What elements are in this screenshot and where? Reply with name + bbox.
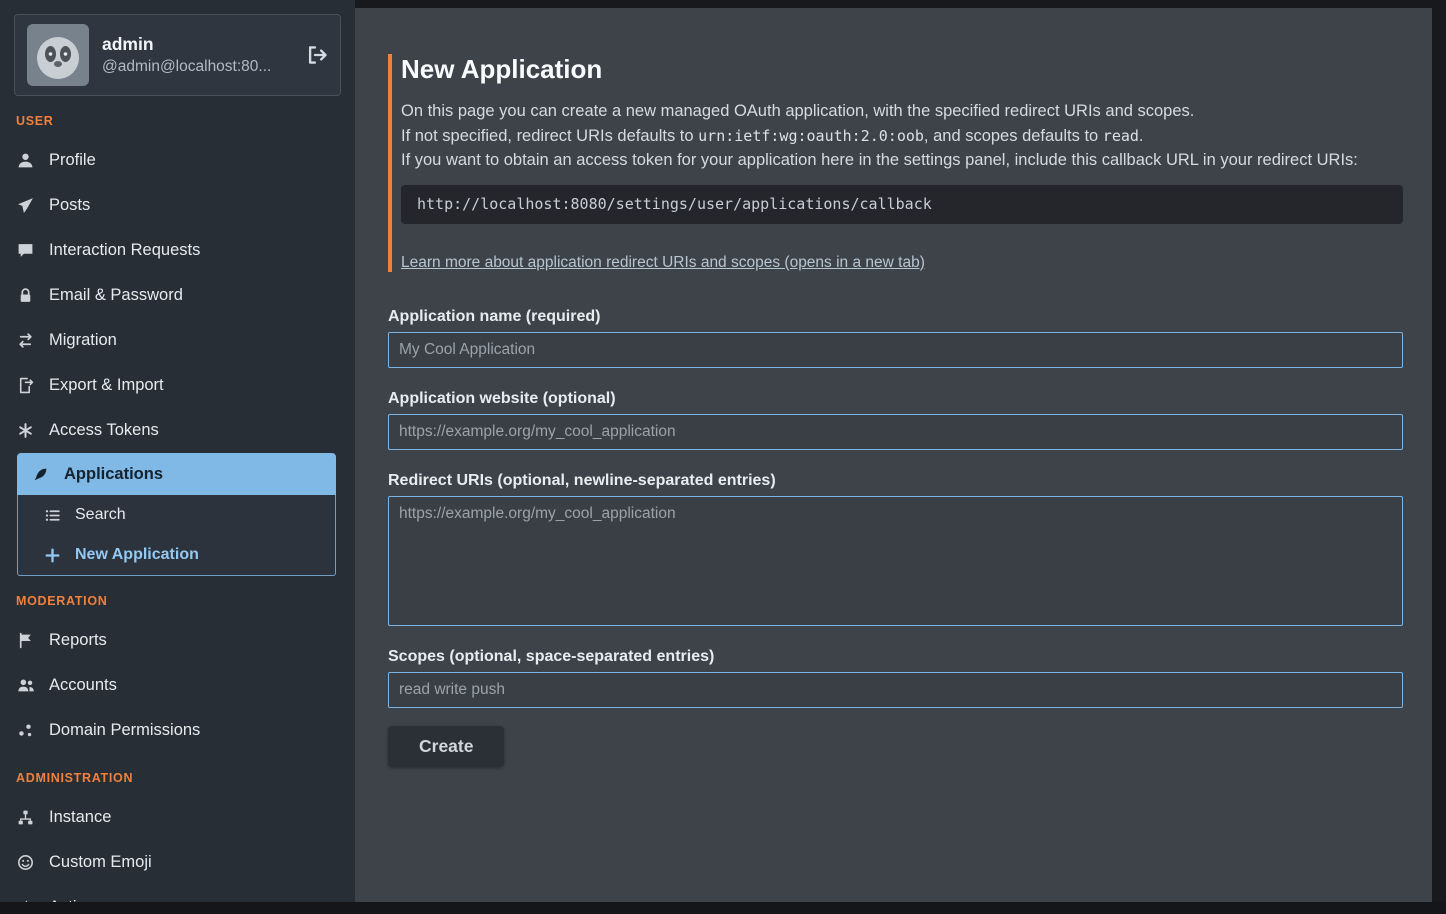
sidebar-item-actions[interactable]: Actions: [0, 885, 355, 902]
logout-icon[interactable]: [306, 44, 328, 66]
sidebar-item-access-tokens[interactable]: Access Tokens: [0, 408, 355, 453]
application-website-input[interactable]: [388, 414, 1403, 450]
sidebar-subitem-new-application[interactable]: New Application: [18, 535, 335, 575]
new-application-form: Application name (required) Application …: [388, 308, 1403, 767]
main-panel: New Application On this page you can cre…: [355, 8, 1432, 902]
nav-label: Migration: [49, 331, 117, 350]
sidebar-item-accounts[interactable]: Accounts: [0, 663, 355, 708]
sidebar-item-reports[interactable]: Reports: [0, 618, 355, 663]
sidebar-heading-administration: ADMINISTRATION: [16, 771, 339, 785]
sloth-avatar: [27, 24, 89, 86]
callback-url-code[interactable]: http://localhost:8080/settings/user/appl…: [401, 185, 1403, 224]
sitemap-icon: [16, 809, 35, 826]
sidebar-subitem-search[interactable]: Search: [18, 495, 335, 535]
sidebar-item-domain-permissions[interactable]: Domain Permissions: [0, 708, 355, 753]
paper-plane-icon: [16, 197, 35, 214]
sidebar-item-instance[interactable]: Instance: [0, 795, 355, 840]
comment-icon: [16, 242, 35, 259]
applications-group: Applications Search New Application: [17, 453, 336, 576]
inline-code-oob: urn:ietf:wg:oauth:2.0:oob: [698, 127, 924, 145]
intro-line2: If not specified, redirect URIs defaults…: [401, 124, 1403, 149]
arrows-left-right-icon: [16, 332, 35, 349]
nav-label: Instance: [49, 808, 111, 827]
sidebar-item-export-import[interactable]: Export & Import: [0, 363, 355, 408]
nav-label: Applications: [64, 465, 163, 484]
asterisk-icon: [16, 422, 35, 439]
sidebar-item-applications[interactable]: Applications: [17, 453, 336, 495]
list-icon: [43, 507, 62, 524]
user-meta: admin @admin@localhost:80...: [102, 34, 271, 76]
intro-block: New Application On this page you can cre…: [388, 54, 1403, 272]
redirect-uris-group: Redirect URIs (optional, newline-separat…: [388, 472, 1403, 626]
sidebar-heading-moderation: MODERATION: [16, 594, 339, 608]
sidebar-item-migration[interactable]: Migration: [0, 318, 355, 363]
nav-label: Custom Emoji: [49, 853, 152, 872]
sidebar-item-profile[interactable]: Profile: [0, 138, 355, 183]
feather-icon: [31, 466, 50, 483]
horizontal-scrollbar[interactable]: [0, 902, 1446, 914]
sidebar: admin @admin@localhost:80... USER Profil…: [0, 0, 355, 902]
nav-label: Email & Password: [49, 286, 183, 305]
nav-label: Domain Permissions: [49, 721, 200, 740]
sidebar-item-custom-emoji[interactable]: Custom Emoji: [0, 840, 355, 885]
redirect-uris-label: Redirect URIs (optional, newline-separat…: [388, 472, 1403, 490]
file-export-icon: [16, 377, 35, 394]
sidebar-item-posts[interactable]: Posts: [0, 183, 355, 228]
avatar: [27, 24, 89, 86]
nav-label: Export & Import: [49, 376, 164, 395]
application-name-label: Application name (required): [388, 308, 1403, 326]
intro-line2-prefix: If not specified, redirect URIs defaults…: [401, 127, 698, 145]
user-handle: @admin@localhost:80...: [102, 58, 271, 76]
lock-icon: [16, 287, 35, 304]
scopes-label: Scopes (optional, space-separated entrie…: [388, 648, 1403, 666]
smiley-icon: [16, 854, 35, 871]
sidebar-heading-user: USER: [16, 114, 339, 128]
learn-more-link[interactable]: Learn more about application redirect UR…: [401, 254, 925, 272]
scopes-group: Scopes (optional, space-separated entrie…: [388, 648, 1403, 708]
nav-label: Interaction Requests: [49, 241, 200, 260]
users-icon: [16, 677, 35, 694]
nav-label: New Application: [75, 546, 199, 564]
user-card[interactable]: admin @admin@localhost:80...: [14, 14, 341, 96]
sidebar-item-interaction-requests[interactable]: Interaction Requests: [0, 228, 355, 273]
plus-icon: [43, 547, 62, 564]
nav-label: Profile: [49, 151, 96, 170]
intro-line2-mid: , and scopes defaults to: [924, 127, 1103, 145]
intro-line3: If you want to obtain an access token fo…: [401, 148, 1403, 173]
user-icon: [16, 152, 35, 169]
application-website-label: Application website (optional): [388, 390, 1403, 408]
nav-label: Search: [75, 506, 126, 524]
application-website-group: Application website (optional): [388, 390, 1403, 450]
application-name-input[interactable]: [388, 332, 1403, 368]
flag-icon: [16, 632, 35, 649]
nav-label: Access Tokens: [49, 421, 159, 440]
applications-submenu: Search New Application: [17, 495, 336, 576]
sidebar-item-email-password[interactable]: Email & Password: [0, 273, 355, 318]
dots-icon: [16, 722, 35, 739]
intro-line2-suffix: .: [1139, 127, 1144, 145]
intro-line1: On this page you can create a new manage…: [401, 99, 1403, 124]
nav-label: Accounts: [49, 676, 117, 695]
scopes-input[interactable]: [388, 672, 1403, 708]
redirect-uris-textarea[interactable]: [388, 496, 1403, 626]
page-title: New Application: [401, 54, 1403, 85]
application-name-group: Application name (required): [388, 308, 1403, 368]
user-name: admin: [102, 34, 271, 55]
nav-label: Reports: [49, 631, 107, 650]
inline-code-read: read: [1103, 127, 1139, 145]
create-button[interactable]: Create: [388, 726, 504, 767]
nav-label: Posts: [49, 196, 90, 215]
